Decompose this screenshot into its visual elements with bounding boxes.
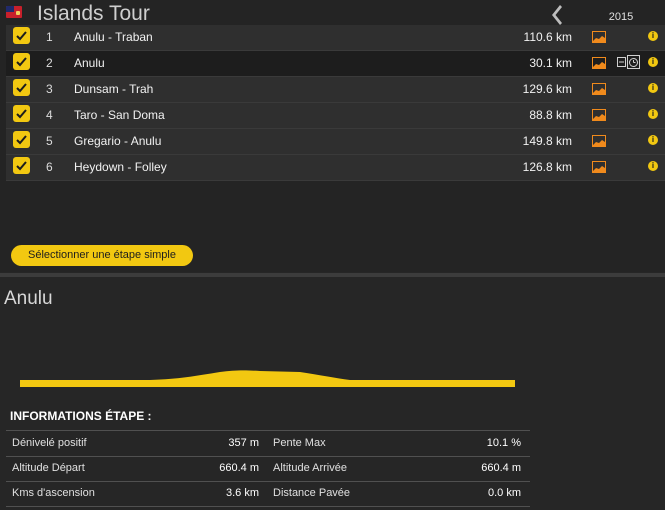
info-divider xyxy=(6,481,530,482)
checkmark-icon xyxy=(16,57,27,67)
info-value: 0.0 km xyxy=(487,487,521,499)
info-icon[interactable]: i xyxy=(648,83,658,93)
info-label: Kms d'ascension xyxy=(12,487,95,499)
stage-number: 5 xyxy=(46,134,53,148)
stage-profile-icon[interactable] xyxy=(592,134,606,147)
stage-name: Taro - San Doma xyxy=(74,108,165,122)
stage-checkbox[interactable] xyxy=(13,157,30,174)
stage-distance: 88.8 km xyxy=(529,108,572,122)
back-button[interactable] xyxy=(548,4,564,26)
info-value: 660.4 m xyxy=(219,462,259,474)
info-value: 10.1 % xyxy=(486,437,521,449)
stage-profile-icon[interactable] xyxy=(592,30,606,43)
info-icon[interactable]: i xyxy=(648,161,658,171)
select-single-stage-button[interactable]: Sélectionner une étape simple xyxy=(11,245,193,266)
stage-distance: 149.8 km xyxy=(522,134,572,148)
stage-list-panel: Islands Tour 2015 1 Anulu - Traban 110.6 k… xyxy=(0,0,665,272)
stage-checkbox[interactable] xyxy=(13,27,30,44)
season-year: 2015 xyxy=(608,11,634,23)
checkmark-icon xyxy=(16,135,27,145)
info-label: Altitude Départ xyxy=(12,462,85,474)
stage-checkbox[interactable] xyxy=(13,53,30,70)
stage-name: Anulu xyxy=(74,56,105,70)
checkmark-icon xyxy=(16,109,27,119)
stage-profile-icon[interactable] xyxy=(592,82,606,95)
stage-number: 3 xyxy=(46,82,53,96)
flag-icon xyxy=(6,6,22,18)
info-value: 357 m xyxy=(228,437,259,449)
stage-distance: 30.1 km xyxy=(529,56,572,70)
stage-name: Anulu - Traban xyxy=(74,30,153,44)
stage-profile-icon[interactable] xyxy=(592,160,606,173)
stage-detail-title: Anulu xyxy=(4,288,53,309)
stage-checkbox[interactable] xyxy=(13,131,30,148)
elevation-profile-chart xyxy=(20,370,515,387)
checkmark-icon xyxy=(16,83,27,93)
stage-row[interactable]: 3 Dunsam - Trah 129.6 km i xyxy=(6,77,665,103)
stage-row[interactable]: 4 Taro - San Doma 88.8 km i xyxy=(6,103,665,129)
stage-row[interactable]: 2 Anulu 30.1 km i xyxy=(6,51,665,77)
stage-number: 1 xyxy=(46,30,53,44)
stage-number: 4 xyxy=(46,108,53,122)
stage-name: Gregario - Anulu xyxy=(74,134,162,148)
stage-number: 6 xyxy=(46,160,53,174)
info-divider xyxy=(6,506,530,507)
info-icon[interactable]: i xyxy=(648,109,658,119)
chevron-left-icon xyxy=(552,5,562,25)
stage-distance: 126.8 km xyxy=(522,160,572,174)
stage-row[interactable]: 6 Heydown - Folley 126.8 km i xyxy=(6,155,665,181)
info-divider xyxy=(6,430,530,431)
stage-row[interactable]: 1 Anulu - Traban 110.6 km i xyxy=(6,25,665,51)
info-value: 3.6 km xyxy=(225,487,259,499)
stage-row[interactable]: 5 Gregario - Anulu 149.8 km i xyxy=(6,129,665,155)
info-label: Distance Pavée xyxy=(273,487,351,499)
stage-profile-icon[interactable] xyxy=(592,108,606,121)
stage-distance: 110.6 km xyxy=(523,30,572,44)
checkmark-icon xyxy=(16,161,27,171)
info-icon[interactable]: i xyxy=(648,135,658,145)
section-divider xyxy=(0,273,665,277)
stage-info-header: INFORMATIONS ÉTAPE : xyxy=(10,409,152,423)
info-icon[interactable]: i xyxy=(648,57,658,67)
stage-number: 2 xyxy=(46,56,53,70)
info-value: 660.4 m xyxy=(481,462,521,474)
stage-checkbox[interactable] xyxy=(13,79,30,96)
info-icon[interactable]: i xyxy=(648,31,658,41)
time-trial-icon[interactable] xyxy=(617,54,641,70)
stage-profile-icon[interactable] xyxy=(592,56,606,69)
stage-name: Dunsam - Trah xyxy=(74,82,154,96)
checkmark-icon xyxy=(16,31,27,41)
info-label: Dénivelé positif xyxy=(12,437,87,449)
info-divider xyxy=(6,456,530,457)
stage-name: Heydown - Folley xyxy=(74,160,167,174)
stage-distance: 129.6 km xyxy=(522,82,572,96)
info-label: Altitude Arrivée xyxy=(273,462,347,474)
race-title: Islands Tour xyxy=(37,2,150,25)
info-label: Pente Max xyxy=(273,437,326,449)
stage-checkbox[interactable] xyxy=(13,105,30,122)
stage-elevation-profile xyxy=(20,360,515,388)
